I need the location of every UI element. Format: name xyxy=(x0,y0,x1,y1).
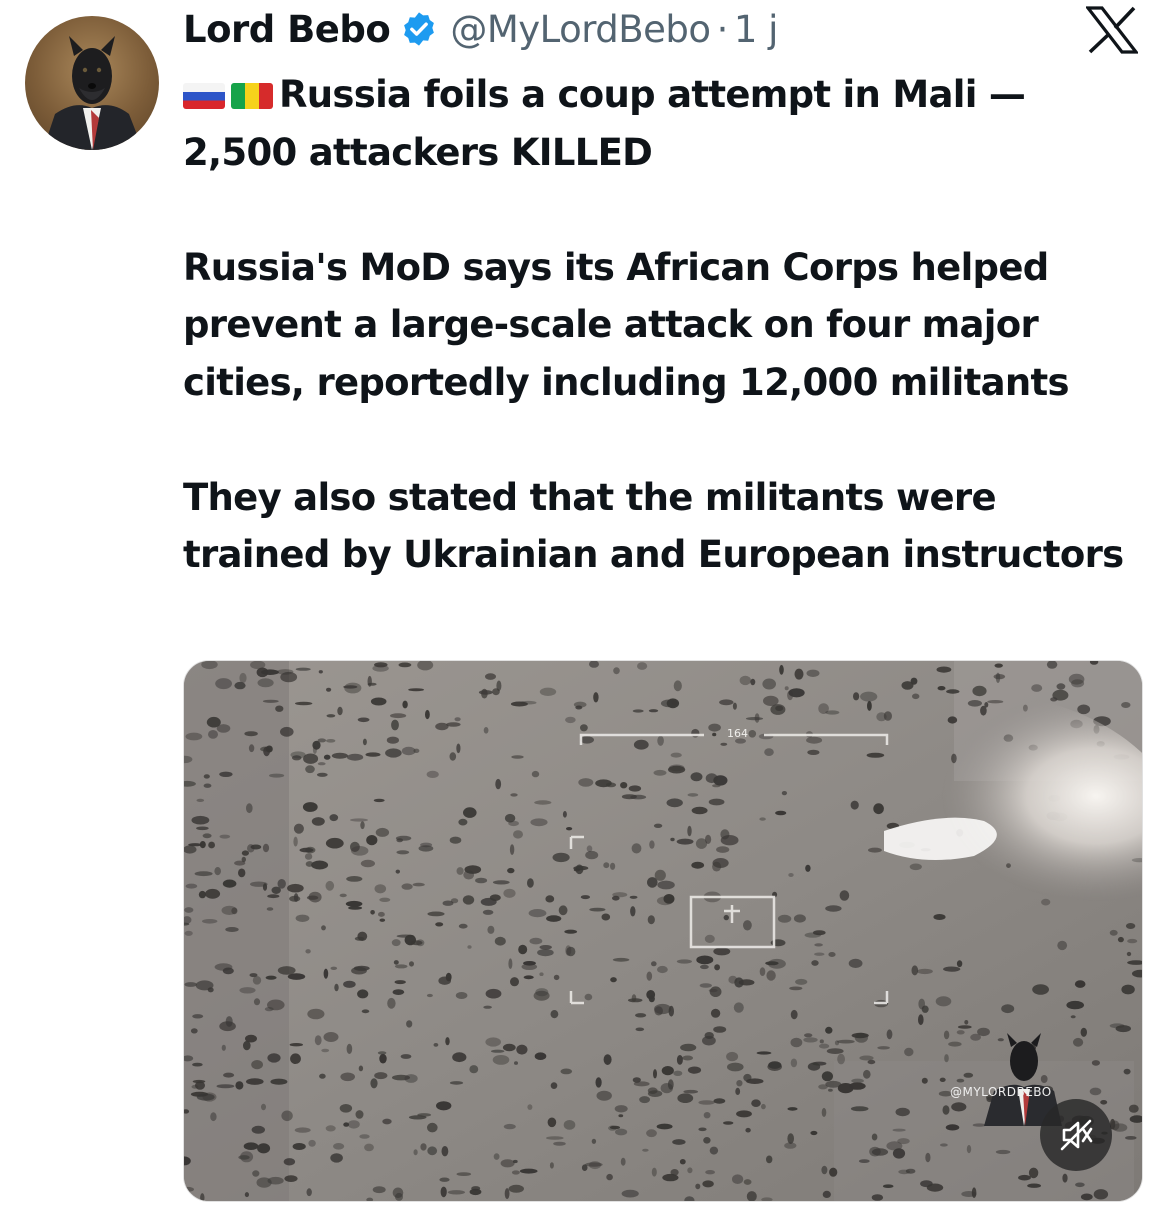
speaker-muted-icon xyxy=(1060,1119,1093,1151)
thermal-aerial-footage: 164 xyxy=(184,661,1142,1201)
tweet-body: Russia foils a coup attempt in Mali — 2,… xyxy=(183,66,1148,584)
tweet-headline-paragraph: Russia foils a coup attempt in Mali — 2,… xyxy=(183,66,1148,181)
dog-in-suit-avatar xyxy=(43,36,143,150)
tweet-video[interactable]: 164 @MYLORDBEBO xyxy=(183,660,1143,1202)
russia-flag-icon xyxy=(183,83,225,109)
video-watermark: @MYLORDBEBO xyxy=(950,1085,1052,1099)
tweet-header: Lord Bebo @MyLordBebo · 1 j xyxy=(183,4,778,54)
author-handle[interactable]: @MyLordBebo xyxy=(450,8,711,51)
tweet-paragraph-2: They also stated that the militants were… xyxy=(183,475,1124,577)
post-age[interactable]: 1 j xyxy=(734,8,779,51)
meta-separator: · xyxy=(716,7,729,51)
tweet-paragraph-1: Russia's MoD says its African Corps help… xyxy=(183,245,1070,404)
author-avatar[interactable] xyxy=(25,16,159,150)
hud-readout: 164 xyxy=(727,727,748,740)
x-logo-icon[interactable] xyxy=(1086,6,1138,54)
tweet-headline-line2: 2,500 attackers KILLED xyxy=(183,130,653,174)
tweet-headline: Russia foils a coup attempt in Mali — xyxy=(279,73,1026,116)
verified-badge-icon xyxy=(404,12,435,46)
mute-button[interactable] xyxy=(1040,1099,1112,1171)
author-name[interactable]: Lord Bebo xyxy=(183,8,391,51)
mali-flag-icon xyxy=(231,83,273,109)
